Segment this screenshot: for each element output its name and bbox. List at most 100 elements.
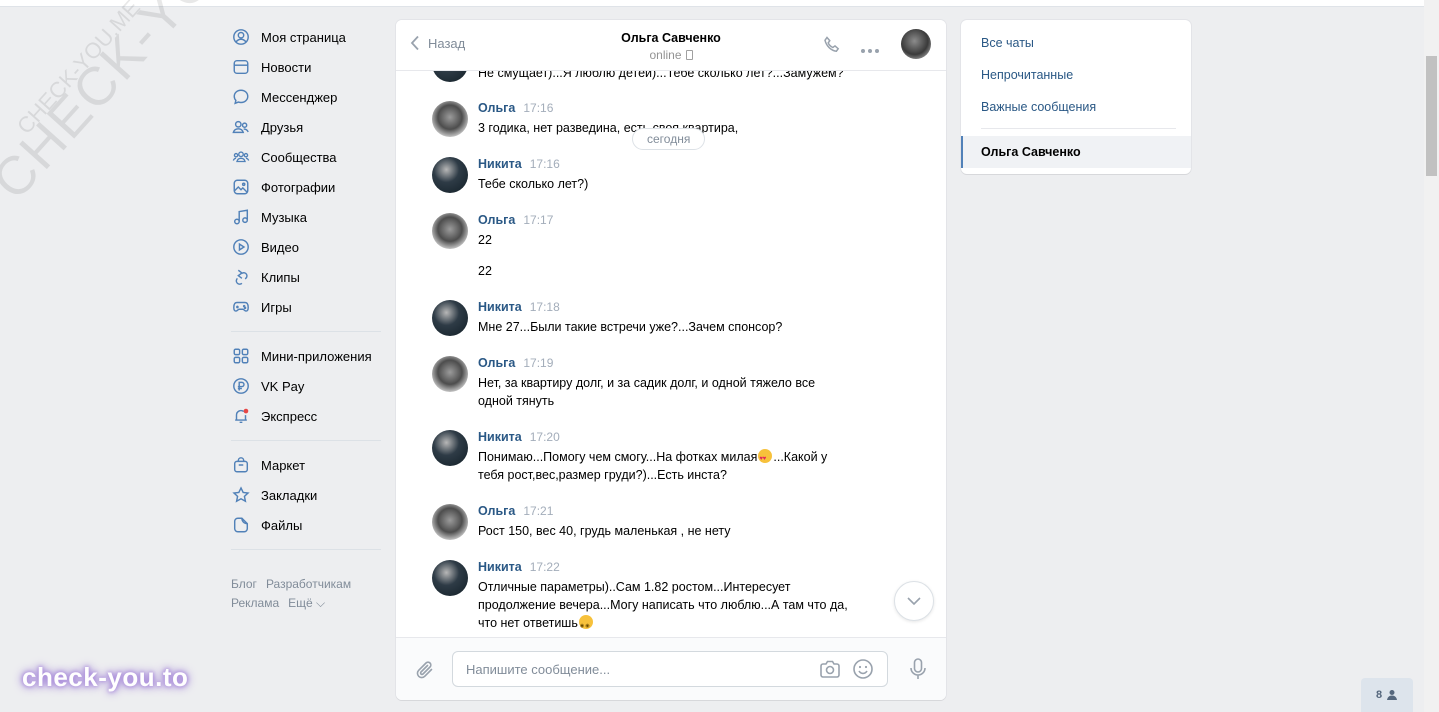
filter-all-chats[interactable]: Все чаты: [981, 36, 1034, 50]
scrollbar-thumb[interactable]: [1426, 56, 1437, 176]
active-chat-name: Ольга Савченко: [981, 145, 1081, 159]
paperclip-icon: [416, 661, 433, 679]
online-count: 8: [1375, 689, 1383, 701]
menu-label: Друзья: [261, 119, 304, 135]
avatar[interactable]: [432, 300, 468, 336]
menu-label: VK Pay: [261, 378, 305, 394]
message-author[interactable]: Ольга: [478, 213, 515, 227]
message-time[interactable]: 17:18: [530, 300, 560, 314]
message-time[interactable]: 17:20: [530, 430, 560, 444]
message-time[interactable]: 17:22: [530, 560, 560, 574]
chat-avatar[interactable]: [901, 29, 931, 59]
menu-label: Мессенджер: [261, 89, 338, 105]
message-time[interactable]: 17:16: [530, 157, 560, 171]
menu-item-friends[interactable]: Друзья: [231, 112, 381, 142]
bag-icon: [231, 455, 251, 475]
chat-filters-panel: Все чаты Непрочитанные Важные сообщения …: [961, 20, 1191, 174]
message-list[interactable]: Не смущает)...Я люблю детей)...Тебе скол…: [396, 70, 946, 636]
message-header: Ольга 17:16: [478, 101, 553, 115]
menu-label: Новости: [261, 59, 312, 75]
active-chat-item[interactable]: Ольга Савченко: [961, 136, 1191, 168]
menu-item-clips[interactable]: Клипы: [231, 262, 381, 292]
message-time[interactable]: 17:19: [523, 356, 553, 370]
camera-button[interactable]: [819, 659, 841, 682]
menu-label: Моя страница: [261, 29, 346, 45]
message-text: Отличные параметры)..Сам 1.82 ростом...И…: [478, 578, 854, 635]
emoji-button[interactable]: [852, 658, 874, 683]
message-header: Никита 17:20: [478, 430, 560, 444]
menu-item-communities[interactable]: Сообщества: [231, 142, 381, 172]
message-author[interactable]: Никита: [478, 560, 522, 574]
message-time[interactable]: 17:16: [523, 101, 553, 115]
message-author[interactable]: Ольга: [478, 101, 515, 115]
avatar[interactable]: [432, 101, 468, 137]
filter-important[interactable]: Важные сообщения: [981, 100, 1096, 114]
menu-item-mini-apps[interactable]: Мини-приложения: [231, 341, 381, 371]
chat-bubble-icon: [231, 87, 251, 107]
message-header: Никита 17:18: [478, 300, 560, 314]
voice-message-button[interactable]: [908, 657, 928, 684]
menu-label: Маркет: [261, 457, 306, 473]
footer-links: Блог Разработчикам Реклама Ещё ⌵: [231, 575, 381, 613]
menu-item-vk-pay[interactable]: VK Pay: [231, 371, 381, 401]
message-text: 22: [478, 264, 492, 278]
status-text: online: [649, 48, 682, 62]
menu-item-photos[interactable]: Фотографии: [231, 172, 381, 202]
avatar[interactable]: [432, 560, 468, 596]
menu-item-files[interactable]: Файлы: [231, 510, 381, 540]
message-author[interactable]: Ольга: [478, 356, 515, 370]
page-scrollbar[interactable]: [1424, 0, 1439, 712]
menu-item-messenger[interactable]: Мессенджер: [231, 82, 381, 112]
menu-item-bookmarks[interactable]: Закладки: [231, 480, 381, 510]
avatar[interactable]: [432, 356, 468, 392]
avatar[interactable]: [432, 213, 468, 249]
message-text: Нет, за квартиру долг, и за садик долг, …: [478, 376, 816, 408]
message-header: Ольга 17:21: [478, 504, 553, 518]
menu-label: Сообщества: [261, 149, 337, 165]
online-friends-badge[interactable]: 8: [1361, 678, 1413, 712]
partial-message-text: Не смущает)...Я люблю детей)...Тебе скол…: [478, 70, 844, 80]
avatar[interactable]: [432, 157, 468, 193]
message-text: Мне 27...Были такие встречи уже?...Зачем…: [478, 320, 783, 334]
news-icon: [231, 57, 251, 77]
message-author[interactable]: Никита: [478, 300, 522, 314]
message-author[interactable]: Никита: [478, 430, 522, 444]
message-time[interactable]: 17:17: [523, 213, 553, 227]
message-header: Ольга 17:17: [478, 213, 553, 227]
flushed-emoji-icon: [578, 615, 593, 635]
message-author[interactable]: Ольга: [478, 504, 515, 518]
menu-item-video[interactable]: Видео: [231, 232, 381, 262]
message-author[interactable]: Никита: [478, 157, 522, 171]
avatar[interactable]: [432, 430, 468, 466]
clips-icon: [231, 267, 251, 287]
menu-item-my-page[interactable]: Моя страница: [231, 22, 381, 52]
attach-button[interactable]: [414, 659, 436, 684]
heart-eyes-emoji-icon: [758, 449, 773, 468]
menu-item-games[interactable]: Игры: [231, 292, 381, 322]
footer-link-developers[interactable]: Разработчикам: [266, 577, 351, 591]
ruble-icon: [231, 376, 251, 396]
more-button[interactable]: [860, 42, 880, 57]
menu-item-market[interactable]: Маркет: [231, 450, 381, 480]
grid-icon: [231, 346, 251, 366]
scroll-to-bottom-button[interactable]: [894, 581, 934, 621]
music-note-icon: [231, 207, 251, 227]
brand-watermark: check-you.to: [22, 662, 189, 692]
message-text: Тебе сколько лет?): [478, 177, 589, 191]
menu-divider: [231, 331, 381, 332]
message-time[interactable]: 17:21: [523, 504, 553, 518]
avatar[interactable]: [432, 504, 468, 540]
footer-link-ads[interactable]: Реклама: [231, 596, 279, 610]
call-button[interactable]: [822, 35, 842, 58]
filter-unread[interactable]: Непрочитанные: [981, 68, 1073, 82]
menu-item-music[interactable]: Музыка: [231, 202, 381, 232]
footer-link-blog[interactable]: Блог: [231, 577, 257, 591]
message-header: Ольга 17:19: [478, 356, 553, 370]
menu-item-news[interactable]: Новости: [231, 52, 381, 82]
file-icon: [231, 515, 251, 535]
footer-link-more[interactable]: Ещё ⌵: [288, 596, 325, 610]
menu-item-express[interactable]: Экспресс: [231, 401, 381, 431]
menu-label: Видео: [261, 239, 299, 255]
avatar[interactable]: [432, 70, 468, 82]
message-text-part: Отличные параметры)..Сам 1.82 ростом...И…: [478, 580, 848, 630]
